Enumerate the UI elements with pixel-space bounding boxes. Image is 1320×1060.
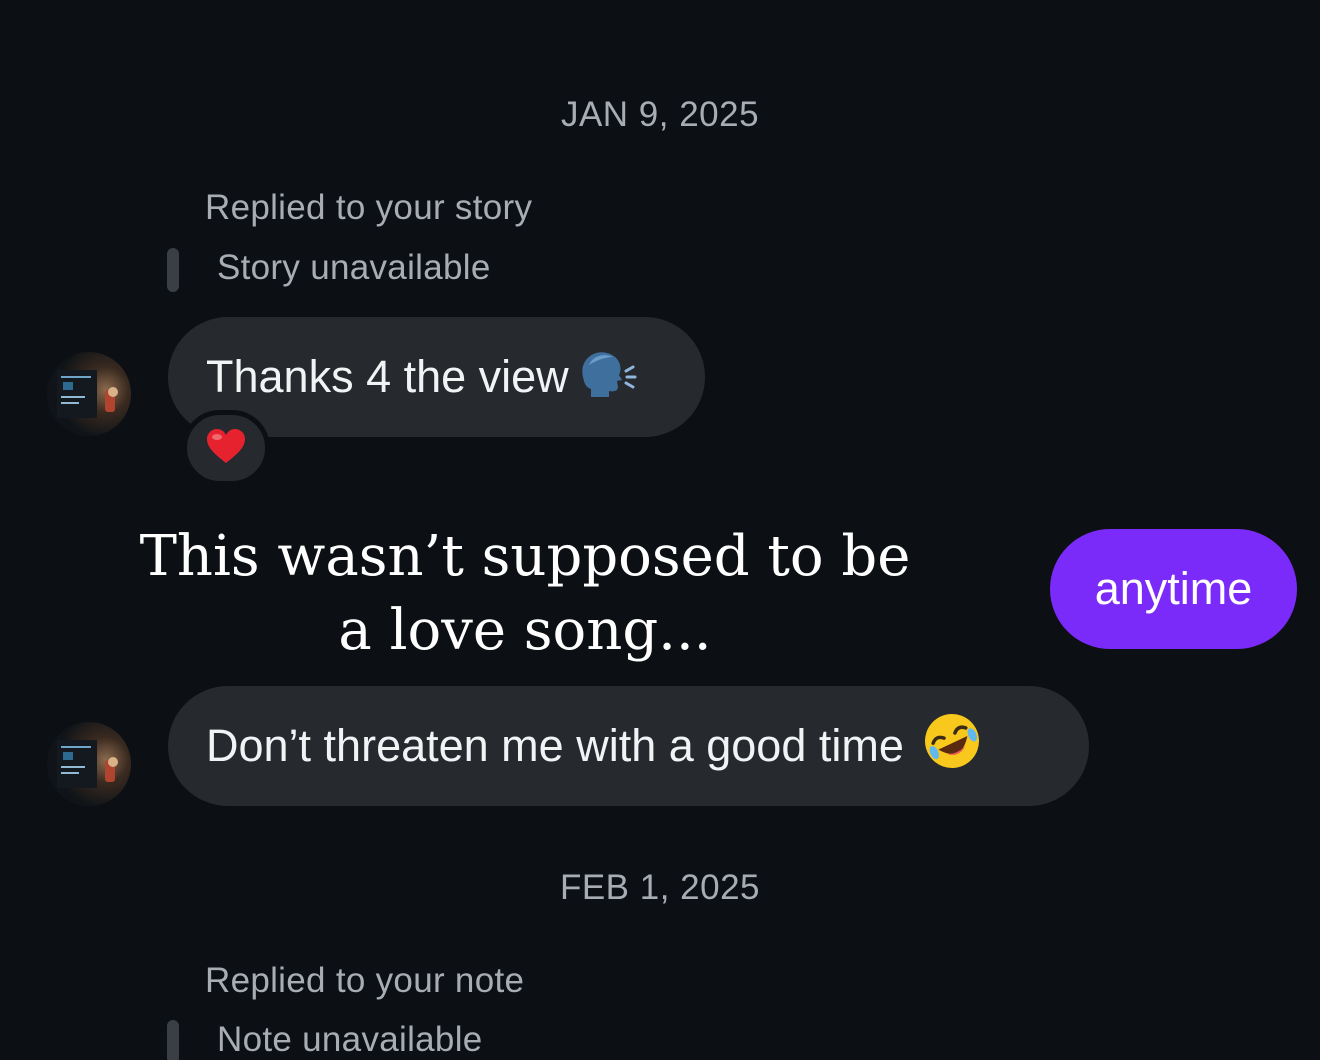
message-text: anytime [1094,563,1253,614]
message-bubble-outgoing[interactable]: anytime [1050,529,1297,649]
date-separator: FEB 1, 2025 [559,868,761,907]
story-reply-label: Replied to your story [205,188,533,227]
reaction-badge[interactable] [182,410,270,486]
avatar-photo [57,370,118,418]
quote-bar [167,248,179,292]
avatar[interactable] [47,352,131,436]
overlay-caption: This wasn’t supposed to be a love song..… [139,524,911,663]
message-text: Thanks 4 the view [206,351,569,402]
speaking-head-icon [575,347,637,408]
story-unavailable-text[interactable]: Story unavailable [217,248,491,288]
note-unavailable-text[interactable]: Note unavailable [217,1020,483,1060]
heart-icon [206,428,246,469]
rolling-on-floor-laughing-icon [922,711,982,782]
date-separator: JAN 9, 2025 [560,95,760,134]
avatar-photo [57,740,118,788]
note-reply-label: Replied to your note [205,961,525,1000]
message-text: Don’t threaten me with a good time [206,720,904,771]
avatar[interactable] [47,722,131,806]
message-bubble-incoming[interactable]: Don’t threaten me with a good time [168,686,1089,806]
quote-bar [167,1020,179,1060]
